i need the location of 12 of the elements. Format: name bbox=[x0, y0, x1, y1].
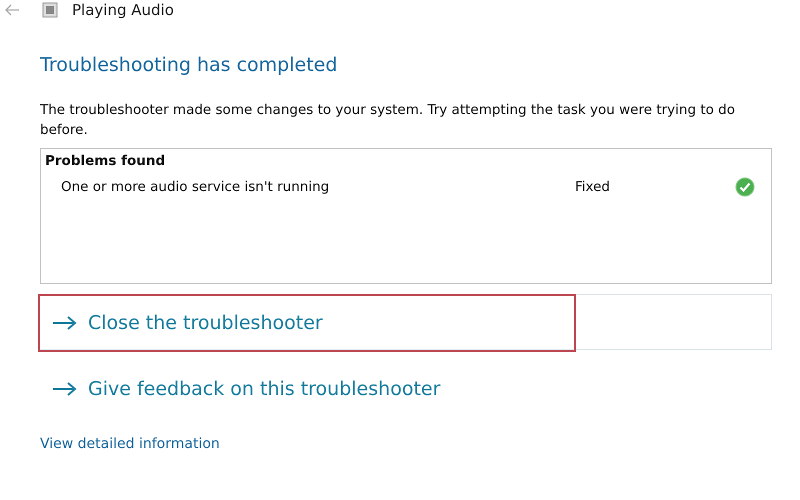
details-link[interactable]: View detailed information bbox=[40, 436, 220, 452]
panel-title: Problems found bbox=[45, 153, 166, 169]
command-link[interactable]: Close the troubleshooter bbox=[38, 294, 576, 352]
window-title: Playing Audio bbox=[72, 1, 174, 19]
back-arrow-icon[interactable] bbox=[4, 4, 20, 16]
problem-text: One or more audio service isn't running bbox=[61, 179, 330, 195]
status-text: Fixed bbox=[575, 179, 611, 195]
arrow-icon bbox=[52, 315, 78, 331]
arrow-icon bbox=[52, 381, 78, 397]
description: The troubleshooter made some changes to your system. Try attempting the task you were trying to do before. bbox=[40, 101, 736, 140]
command-link[interactable]: Give feedback on this troubleshooter bbox=[38, 360, 576, 418]
heading: Troubleshooting has completed bbox=[40, 54, 338, 76]
